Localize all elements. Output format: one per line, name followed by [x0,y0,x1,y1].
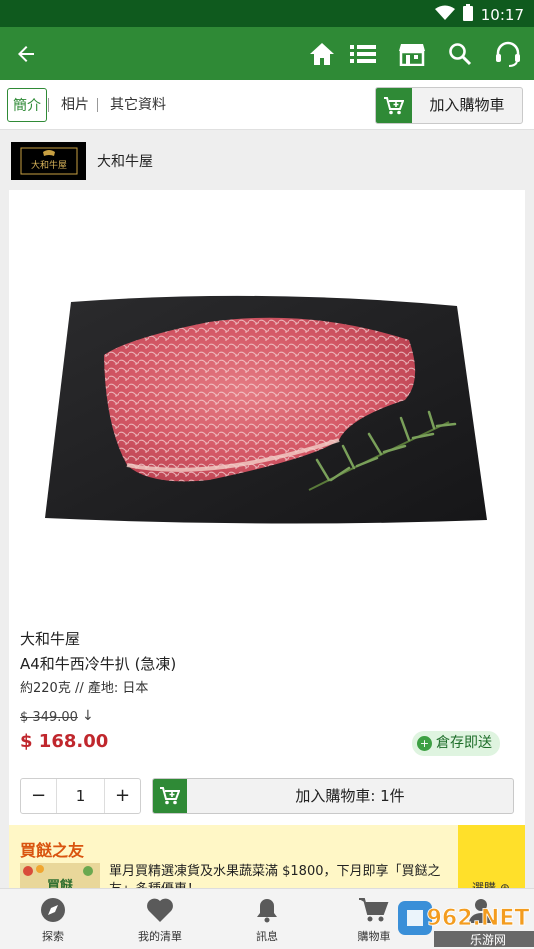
tab-divider [48,98,49,112]
quantity-minus-button[interactable]: − [21,779,57,813]
heart-icon [115,895,205,925]
product-spec: 約220克 // 產地: 日本 [20,681,149,696]
tab-intro[interactable]: 簡介 [7,88,47,122]
store-icon[interactable] [394,36,430,72]
tab-photos[interactable]: 相片 [61,88,89,122]
top-add-to-cart-label: 加入購物車 [429,96,505,114]
svg-text:大和牛屋: 大和牛屋 [30,159,66,171]
sale-price: $ 168.00 [20,731,109,752]
add-to-cart-label: 加入購物車: 1件 [295,787,405,805]
quantity-value[interactable]: 1 [57,779,104,813]
nav-messages[interactable]: 訊息 [222,895,312,944]
status-bar: 10:17 [0,0,534,27]
stock-label: 倉存即送 [436,735,492,751]
store-name[interactable]: 大和牛屋 [97,151,153,171]
nav-explore-label: 探索 [42,930,64,943]
app-bar [0,27,534,80]
search-icon[interactable] [442,36,478,72]
tab-other-info[interactable]: 其它資料 [110,88,166,122]
quantity-plus-button[interactable]: + [104,779,140,813]
plus-circle-icon: + [417,736,432,751]
nav-explore[interactable]: 探索 [8,895,98,944]
quantity-stepper: − 1 + [20,778,141,814]
product-brand[interactable]: 大和牛屋 [20,628,80,649]
watermark-logo: 962.NET 乐游网 [398,895,534,949]
promo-title: 買餸之友 [20,841,85,860]
headset-icon[interactable] [490,36,526,72]
promo-select-button[interactable]: 選購 ⊕ [458,825,525,889]
back-arrow-icon[interactable] [8,36,44,72]
add-to-cart-button[interactable]: 加入購物車: 1件 [152,778,514,814]
top-add-to-cart-button[interactable]: 加入購物車 [375,87,523,124]
store-header[interactable]: 大和牛屋 大和牛屋 [0,131,534,189]
nav-my-list[interactable]: 我的清單 [115,895,205,944]
status-time: 10:17 [480,5,524,24]
product-card: 大和牛屋 A4和牛西冷牛扒 (急凍) 約220克 // 產地: 日本 $ 349… [9,190,525,830]
original-price: $ 349.00 [20,710,78,725]
nav-my-list-label: 我的清單 [138,930,182,943]
promo-image: 買餸 [20,863,100,889]
cart-icon [153,779,187,813]
list-icon[interactable] [345,36,381,72]
bell-icon [222,895,312,925]
home-icon[interactable] [304,36,340,72]
store-logo: 大和牛屋 [11,142,86,180]
svg-text:962.NET: 962.NET [427,906,530,931]
compass-icon [8,895,98,925]
product-photo[interactable] [9,190,525,610]
nav-messages-label: 訊息 [256,930,278,943]
svg-text:乐游网: 乐游网 [470,933,506,947]
stock-badge: + 倉存即送 [412,731,500,756]
wifi-icon [434,5,455,25]
promo-text: 單月買精選凍貨及水果蔬菜滿 $1800，下月即享「買餸之友」多種優惠！ [109,864,441,889]
cart-icon [376,88,412,123]
battery-icon [462,4,473,25]
price-down-arrow: ↓ [82,708,94,724]
product-name: A4和牛西冷牛扒 (急凍) [20,655,177,673]
promo-banner[interactable]: 買餸之友 買餸 單月買精選凍貨及水果蔬菜滿 $1800，下月即享「買餸之友」多種… [9,825,525,889]
tab-divider [97,98,98,112]
